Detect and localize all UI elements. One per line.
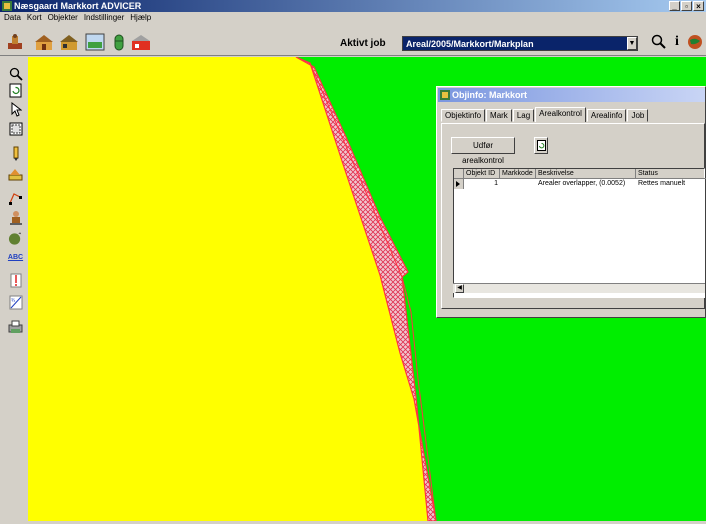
chevron-down-icon[interactable]: ▼ [627,37,637,50]
refresh-icon [536,140,546,151]
pencil-tool-icon [13,146,18,161]
row-pointer-icon [456,181,460,187]
print-tool[interactable] [8,319,23,334]
farmer-button[interactable] [4,32,26,52]
menu-data[interactable]: Data [4,12,21,24]
window-title: Næsgaard Markkort ADVICER [14,1,142,11]
menu-kort[interactable]: Kort [27,12,42,24]
area-check-table: Objekt ID Markkode Beskrivelse Status 1 … [453,168,706,298]
split-tool[interactable]: ¾ [8,295,23,310]
cell-beskrivelse: Arealer overlapper, (0.0052) [538,180,626,187]
tab-lag[interactable]: Lag [512,109,535,122]
dialog-app-icon [440,90,450,100]
globe-button[interactable] [684,32,706,52]
pin-tool-icon [10,273,21,288]
measure-tool-icon [8,168,23,180]
pointer-tool-icon [11,102,22,117]
barn-icon [35,35,53,50]
active-job-label: Aktivt job [340,38,386,49]
pin-tool[interactable] [8,273,23,288]
label-tool-icon: ABC [7,254,24,261]
table-row[interactable]: 1 Arealer overlapper, (0.0052) Rettes ma… [454,179,704,189]
col-markkode[interactable]: Markkode [500,169,536,179]
row-indicator [454,179,464,189]
toolbar: Aktivt job Areal/2005/Markkort/Markplan … [0,24,706,56]
dialog-title-bar[interactable]: Objinfo: Markkort [438,88,705,102]
cell-status: Rettes manuelt [638,180,686,187]
farmer-icon [8,34,22,49]
refresh-button[interactable] [534,137,548,154]
app-icon [2,1,12,11]
barn-button-2[interactable] [58,32,80,52]
person-tool[interactable] [8,210,23,225]
maximize-button[interactable]: ▫ [681,1,692,11]
refresh-tool-icon [9,83,22,98]
table-horizontal-scrollbar[interactable]: ◀ [453,283,705,293]
active-job-select[interactable]: Areal/2005/Markkort/Markplan [402,36,638,51]
menu-bar: Data Kort Objekter Indstillinger Hjælp [0,12,706,24]
minimize-button[interactable]: _ [669,1,680,11]
silo-button[interactable] [108,32,130,52]
close-button[interactable]: × [693,1,704,11]
pointer-tool[interactable] [8,102,23,117]
node-tool-icon [9,192,22,205]
barn-icon [60,35,78,50]
farm-building-icon [132,35,150,50]
zoom-tool[interactable] [8,66,23,81]
abc-map-icon [85,33,105,51]
zoom-tool-icon [9,67,23,81]
title-bar: Næsgaard Markkort ADVICER _ ▫ × [0,0,706,12]
dialog-tabs: Objektinfo Mark Lag Arealkontrol Arealin… [441,107,649,123]
col-status[interactable]: Status [636,169,706,179]
print-tool-icon [8,320,23,333]
barn-button-1[interactable] [33,32,55,52]
select-tool[interactable] [8,121,23,136]
scroll-left-icon[interactable]: ◀ [455,284,464,293]
add-object-tool-icon [8,232,22,245]
person-tool-icon [9,210,22,225]
info-icon: i [675,34,679,49]
run-area-check-button[interactable]: Udfør arealkontrol [451,137,515,165]
pencil-tool[interactable] [8,146,23,161]
select-tool-icon [9,122,22,135]
silo-icon [114,34,124,51]
tab-arealkontrol[interactable]: Arealkontrol [535,107,586,122]
menu-hjaelp[interactable]: Hjælp [130,12,151,24]
header-indicator [454,169,464,179]
tool-sidebar: ABC ¾ [0,57,28,521]
cell-objekt-id: 1 [494,180,498,187]
farm-building-button[interactable] [130,32,152,52]
refresh-tool[interactable] [8,83,23,98]
table-header: Objekt ID Markkode Beskrivelse Status [454,169,706,179]
menu-indstillinger[interactable]: Indstillinger [84,12,124,24]
dialog-title: Objinfo: Markkort [452,90,528,100]
menu-objekter[interactable]: Objekter [48,12,78,24]
measure-tool[interactable] [8,166,23,181]
globe-icon [688,35,702,49]
add-object-tool[interactable] [8,231,23,246]
tab-job[interactable]: Job [627,109,649,122]
abc-map-button[interactable] [84,32,106,52]
objinfo-dialog: Objinfo: Markkort Objektinfo Mark Lag Ar… [436,86,706,318]
col-beskrivelse[interactable]: Beskrivelse [536,169,636,179]
cell-markkode [500,179,536,189]
label-tool[interactable]: ABC [8,250,23,265]
tab-arealinfo[interactable]: Arealinfo [586,109,627,122]
zoom-icon [651,34,666,49]
node-tool[interactable] [8,190,23,205]
tab-objektinfo[interactable]: Objektinfo [441,109,486,122]
col-objekt-id[interactable]: Objekt ID [464,169,500,179]
tab-mark[interactable]: Mark [486,109,512,122]
split-tool-icon: ¾ [9,295,22,310]
